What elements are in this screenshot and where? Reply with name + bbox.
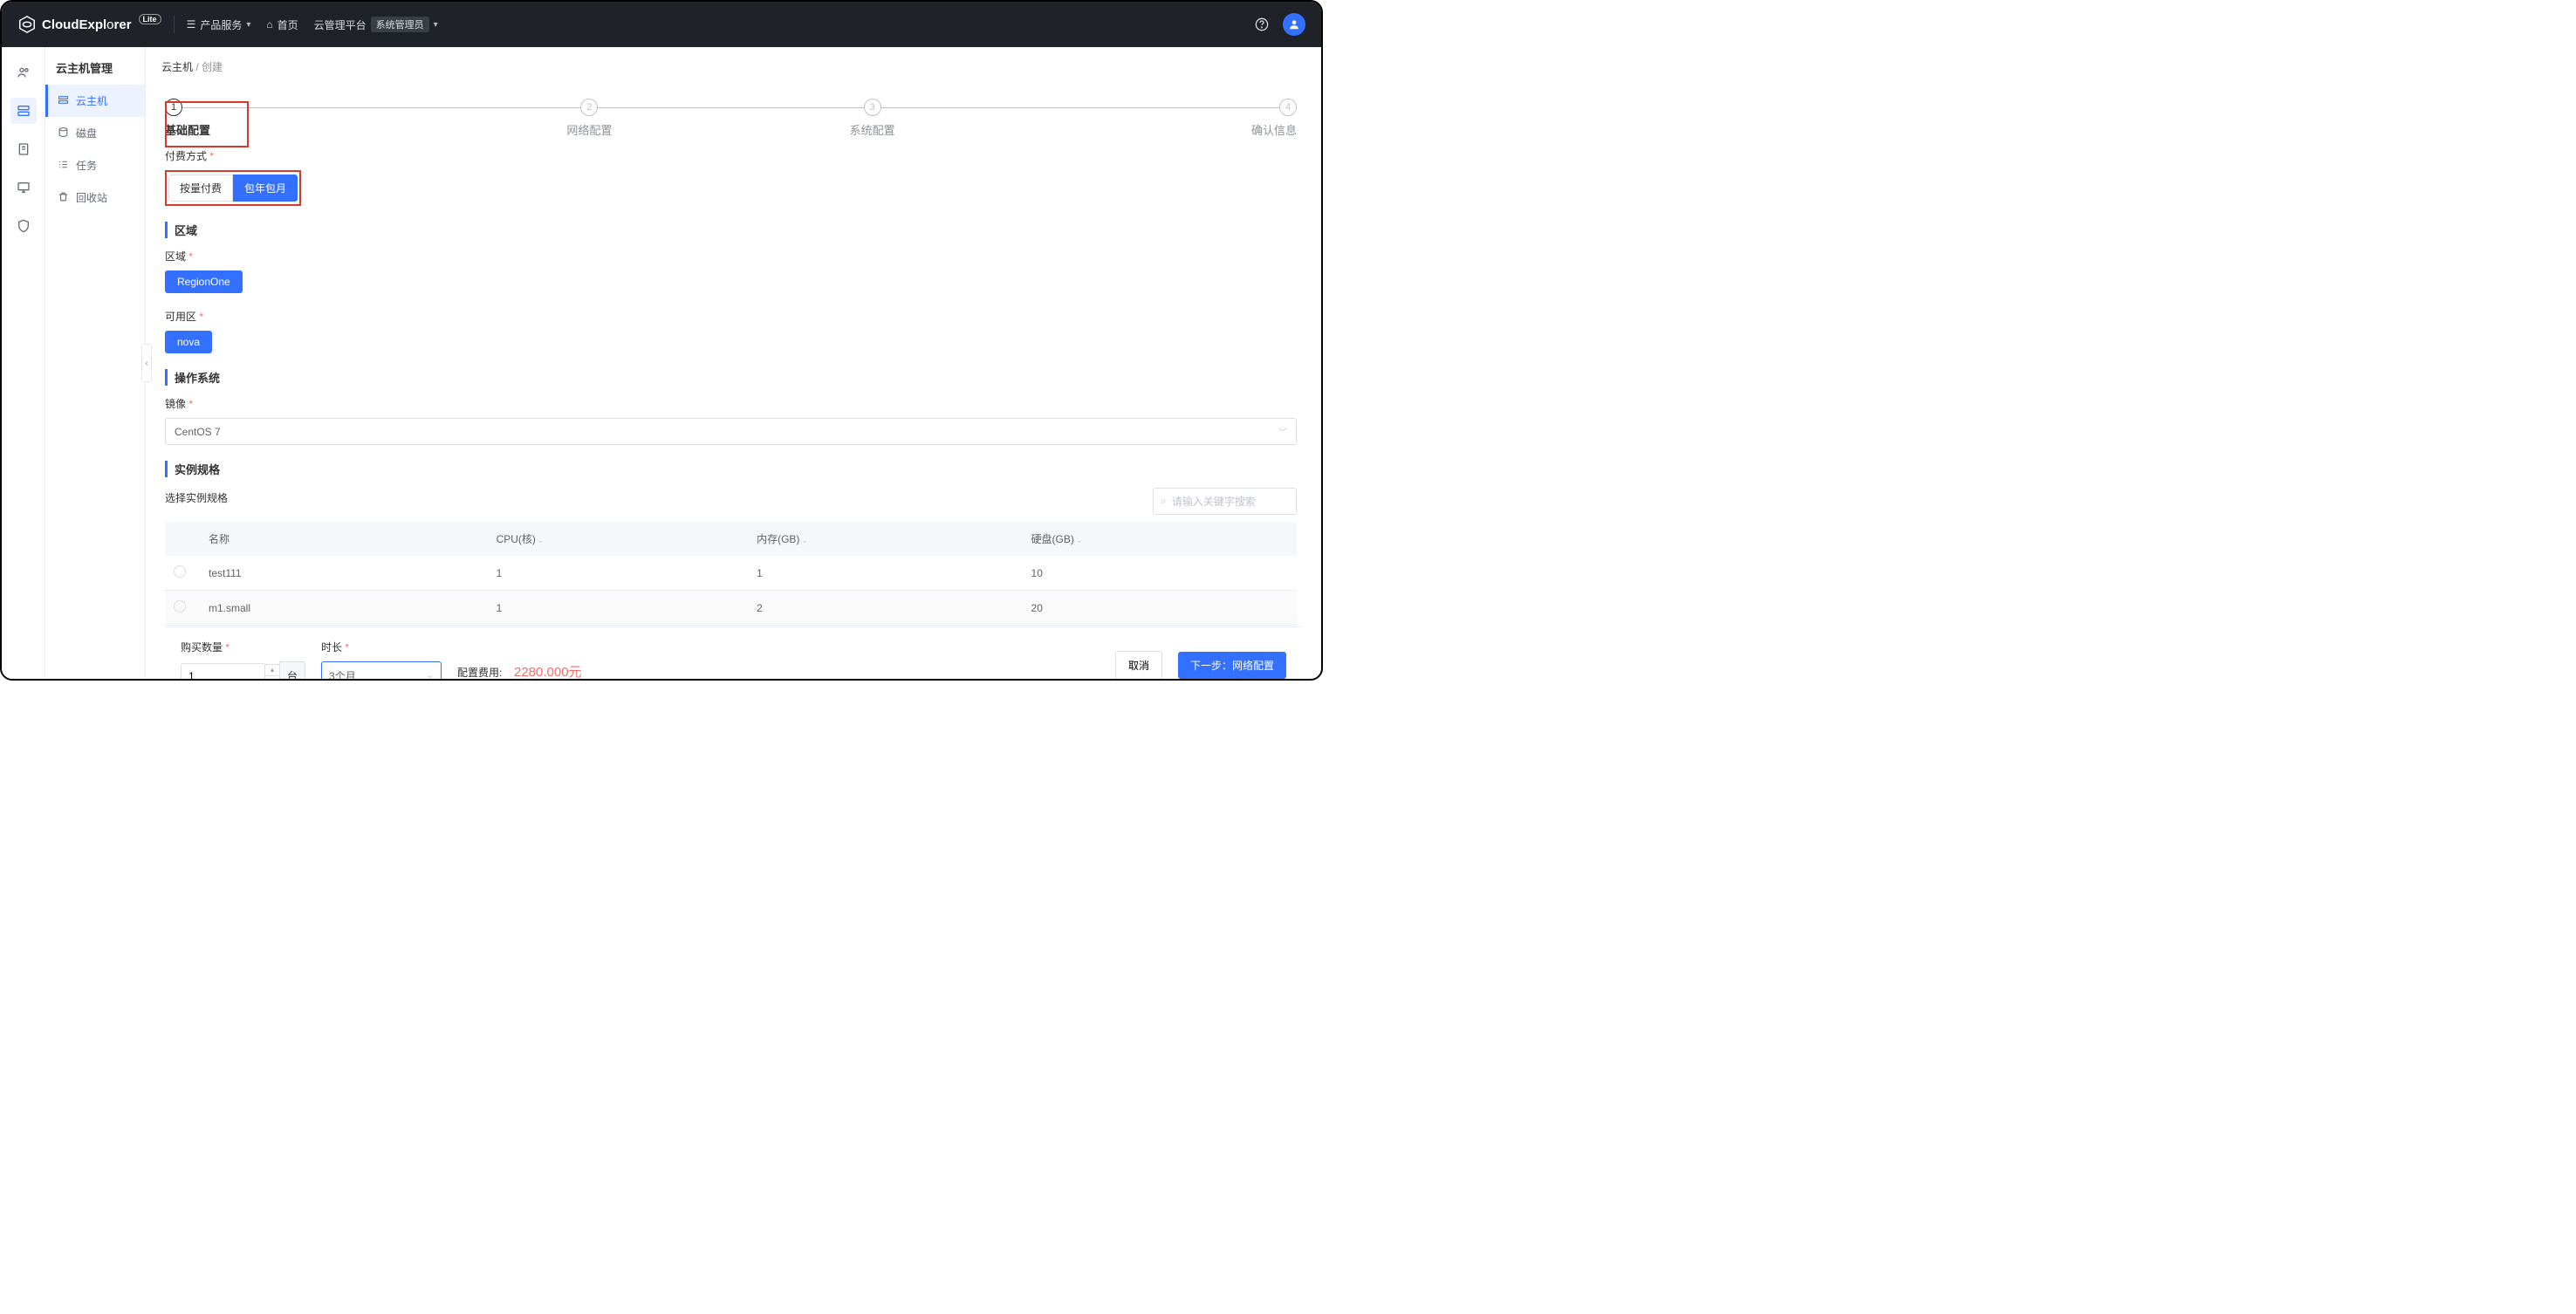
spec-select-label: 选择实例规格 bbox=[165, 490, 228, 505]
sidebar: 云主机管理 云主机 磁盘 任务 回收站 ‹ bbox=[45, 47, 146, 679]
az-chip[interactable]: nova bbox=[165, 331, 212, 353]
az-label: 可用区 bbox=[165, 309, 1297, 324]
cell-mem: 1 bbox=[748, 556, 1022, 591]
sort-icon: ⌄ bbox=[538, 536, 545, 544]
sort-icon: ⌄ bbox=[1076, 536, 1083, 544]
section-region: 区域 bbox=[165, 222, 1297, 238]
chevron-down-icon: ﹀ bbox=[1278, 425, 1287, 438]
table-row[interactable]: m1.small1220 bbox=[165, 591, 1297, 626]
section-os: 操作系统 bbox=[165, 369, 1297, 386]
payment-options: 按量付费 包年包月 bbox=[165, 170, 301, 206]
search-icon: ⌕ bbox=[1161, 495, 1167, 508]
next-button[interactable]: 下一步：网络配置 bbox=[1178, 652, 1286, 679]
payment-label: 付费方式 bbox=[165, 148, 1297, 163]
spec-table: 名称 CPU(核)⌄ 内存(GB)⌄ 硬盘(GB)⌄ test1111110m1… bbox=[165, 522, 1297, 626]
rail-cloud-host[interactable] bbox=[10, 98, 37, 124]
rail-security[interactable] bbox=[10, 213, 37, 239]
sidebar-item-label: 回收站 bbox=[76, 190, 107, 205]
row-radio[interactable] bbox=[174, 600, 186, 613]
trash-icon bbox=[58, 191, 69, 205]
sidebar-collapse[interactable]: ‹ bbox=[141, 344, 152, 382]
step-4-label: 确认信息 bbox=[1251, 121, 1297, 138]
sidebar-title: 云主机管理 bbox=[45, 47, 145, 85]
rail-users[interactable] bbox=[10, 59, 37, 86]
steps: 1 基础配置 2 网络配置 3 系统配置 4 确 bbox=[165, 99, 1297, 138]
sidebar-item-disk[interactable]: 磁盘 bbox=[45, 117, 145, 149]
sidebar-item-task[interactable]: 任务 bbox=[45, 149, 145, 181]
footer-bar: 购买数量 ▴ ▾ 台 时长 3个月 bbox=[165, 626, 1302, 679]
sidebar-item-label: 任务 bbox=[76, 158, 97, 173]
chevron-down-icon: ⌄ bbox=[427, 671, 434, 679]
step-1-label: 基础配置 bbox=[165, 121, 448, 138]
cancel-button[interactable]: 取消 bbox=[1115, 651, 1162, 680]
payment-option-usage[interactable]: 按量付费 bbox=[168, 175, 233, 202]
main: 云主机 / 创建 1 基础配置 2 网络配置 bbox=[146, 47, 1321, 679]
nav-products[interactable]: ☰ 产品服务 ▾ bbox=[187, 17, 251, 32]
home-icon: ⌂ bbox=[266, 18, 272, 31]
role-tag: 系统管理员 bbox=[371, 17, 429, 32]
list-icon: ☰ bbox=[187, 18, 196, 31]
image-select[interactable]: CentOS 7 ﹀ bbox=[165, 418, 1297, 445]
chevron-down-icon: ▾ bbox=[434, 20, 438, 30]
cost-label: 配置费用: bbox=[457, 667, 502, 679]
cell-mem: 2 bbox=[748, 591, 1022, 626]
step-4-circle: 4 bbox=[1279, 99, 1297, 116]
chevron-down-icon: ▾ bbox=[246, 20, 250, 30]
task-icon bbox=[58, 159, 69, 173]
cell-disk: 10 bbox=[1023, 556, 1297, 591]
breadcrumb: 云主机 / 创建 bbox=[146, 47, 1321, 83]
breadcrumb-current: 创建 bbox=[202, 61, 223, 73]
sort-icon: ⌄ bbox=[801, 536, 808, 544]
image-label: 镜像 bbox=[165, 396, 1297, 411]
rail-billing[interactable] bbox=[10, 136, 37, 162]
logo: CloudExplorer Lite bbox=[17, 15, 161, 34]
cell-cpu: 1 bbox=[488, 591, 749, 626]
step-3-label: 系统配置 bbox=[850, 121, 895, 138]
sidebar-item-recycle[interactable]: 回收站 bbox=[45, 181, 145, 214]
disk-icon bbox=[58, 127, 69, 140]
col-name[interactable]: 名称 bbox=[200, 522, 488, 556]
duration-select[interactable]: 3个月 ⌄ bbox=[321, 661, 442, 679]
nav-platform[interactable]: 云管理平台 系统管理员 ▾ bbox=[314, 17, 438, 32]
row-radio[interactable] bbox=[174, 565, 186, 578]
breadcrumb-root[interactable]: 云主机 bbox=[161, 61, 193, 73]
qty-up[interactable]: ▴ bbox=[265, 665, 279, 676]
region-chip[interactable]: RegionOne bbox=[165, 270, 243, 293]
logo-icon bbox=[17, 15, 37, 34]
help-icon[interactable] bbox=[1253, 16, 1271, 33]
step-2-label: 网络配置 bbox=[566, 121, 612, 138]
qty-down[interactable]: ▾ bbox=[265, 676, 279, 680]
qty-unit: 台 bbox=[279, 661, 305, 679]
cell-cpu: 1 bbox=[488, 556, 749, 591]
sidebar-item-host[interactable]: 云主机 bbox=[45, 85, 145, 117]
cell-disk: 20 bbox=[1023, 591, 1297, 626]
nav-home[interactable]: ⌂ 首页 bbox=[266, 17, 298, 32]
step-2-circle: 2 bbox=[580, 99, 598, 116]
cell-name: m1.small bbox=[200, 591, 488, 626]
col-cpu[interactable]: CPU(核)⌄ bbox=[488, 522, 749, 556]
step-3-circle: 3 bbox=[864, 99, 881, 116]
icon-rail bbox=[2, 47, 45, 679]
col-disk[interactable]: 硬盘(GB)⌄ bbox=[1023, 522, 1297, 556]
table-row[interactable]: test1111110 bbox=[165, 556, 1297, 591]
rail-monitor[interactable] bbox=[10, 175, 37, 201]
payment-option-period[interactable]: 包年包月 bbox=[233, 175, 298, 202]
server-icon bbox=[58, 94, 69, 108]
cost-value: 2280.000元 bbox=[514, 665, 582, 680]
region-label: 区域 bbox=[165, 249, 1297, 263]
cell-name: test111 bbox=[200, 556, 488, 591]
step-1-circle: 1 bbox=[165, 99, 182, 116]
topbar: CloudExplorer Lite ☰ 产品服务 ▾ ⌂ 首页 云管理平台 系… bbox=[2, 2, 1321, 47]
duration-label: 时长 bbox=[321, 640, 442, 654]
section-spec: 实例规格 bbox=[165, 461, 1297, 477]
qty-input-group: ▴ ▾ 台 bbox=[181, 661, 305, 679]
qty-label: 购买数量 bbox=[181, 640, 305, 654]
sidebar-item-label: 磁盘 bbox=[76, 126, 97, 140]
sidebar-item-label: 云主机 bbox=[76, 93, 107, 108]
avatar[interactable] bbox=[1283, 13, 1305, 36]
qty-input[interactable] bbox=[181, 663, 264, 680]
col-mem[interactable]: 内存(GB)⌄ bbox=[748, 522, 1022, 556]
spec-search[interactable]: ⌕ 请输入关键字搜索 bbox=[1153, 488, 1297, 515]
